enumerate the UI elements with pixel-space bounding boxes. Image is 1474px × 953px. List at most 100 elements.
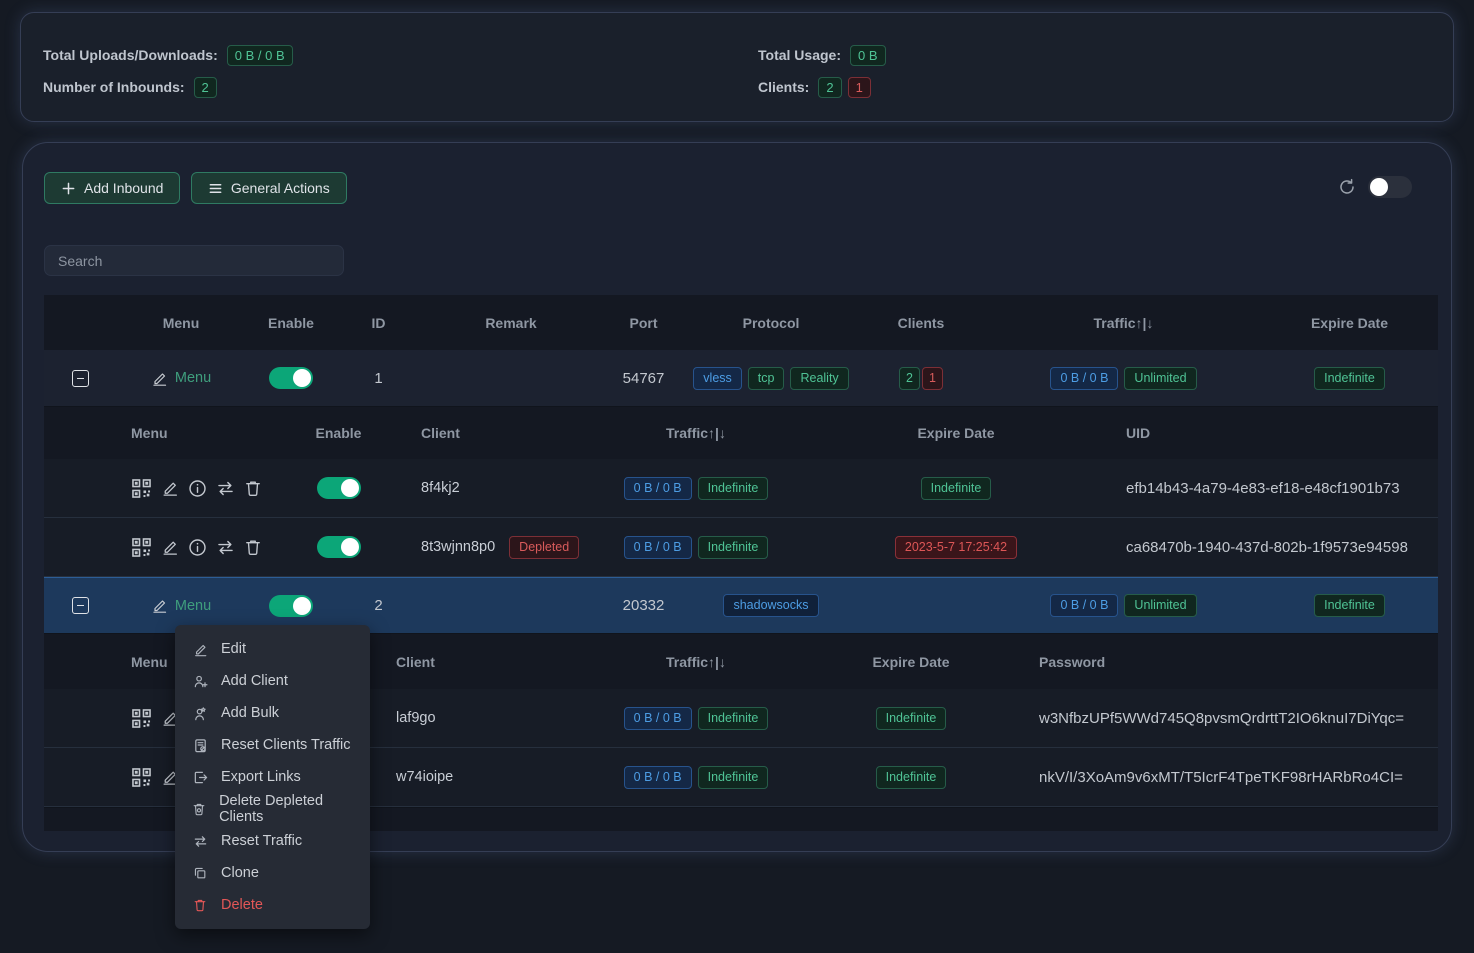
refresh-icon[interactable] [1338, 178, 1356, 196]
header-clients: Clients [856, 315, 986, 331]
client-traffic: 0 B / 0 B [624, 766, 692, 789]
header-expire-date: Expire Date [1261, 315, 1438, 331]
menu-item-delete-depleted-clients[interactable]: Delete Depleted Clients [175, 793, 370, 825]
inbound-1-id: 1 [336, 370, 421, 387]
stat-clients-label: Clients: [758, 79, 809, 95]
client-name: laf9go [376, 710, 561, 726]
stat-clients-depleted: 1 [848, 77, 871, 98]
qr-code-icon[interactable] [131, 767, 152, 788]
client-expire: 2023-5-7 17:25:42 [895, 536, 1017, 559]
inbound-1-menu-label: Menu [175, 370, 211, 386]
clipboard-reset-icon [192, 738, 208, 753]
edit-client-icon[interactable] [161, 479, 179, 497]
search-input[interactable] [44, 245, 344, 276]
menu-item-reset-clients-traffic[interactable]: Reset Clients Traffic [175, 729, 370, 761]
stat-total-usage-label: Total Usage: [758, 47, 841, 63]
clients-table-1-header: Menu Enable Client Traffic↑|↓ Expire Dat… [44, 407, 1438, 459]
protocol-tag: shadowsocks [723, 594, 818, 617]
collapse-row-button[interactable] [72, 370, 89, 387]
reset-traffic-icon[interactable] [216, 479, 235, 498]
client-uid: efb14b43-4a79-4e83-ef18-e48cf1901b73 [1081, 480, 1438, 497]
clients2-header-expire: Expire Date [831, 654, 991, 670]
header-traffic-sort[interactable]: Traffic↑|↓ [986, 315, 1261, 331]
clients2-header-client: Client [376, 654, 561, 670]
security-tag: Reality [790, 367, 848, 390]
inbounds-table-header: Menu Enable ID Remark Port Protocol Clie… [44, 295, 1438, 350]
stat-total-usage-value: 0 B [850, 45, 886, 66]
inbound-2-traffic: 0 B / 0 B [1050, 594, 1118, 617]
collapse-row-button[interactable] [72, 597, 89, 614]
menu-item-add-bulk[interactable]: Add Bulk [175, 697, 370, 729]
inbound-1-port: 54767 [601, 370, 686, 387]
client-expire: Indefinite [876, 766, 947, 789]
dark-mode-toggle[interactable] [1368, 176, 1412, 198]
info-icon[interactable] [188, 538, 207, 557]
inbound-1-traffic-limit: Unlimited [1124, 367, 1196, 390]
export-icon [192, 770, 208, 785]
client-password: nkV/I/3XoAm9v6xMT/T5IcrF4TpeTKF98rHARbRo… [991, 769, 1438, 786]
stat-uploads-downloads-value: 0 B / 0 B [227, 45, 293, 66]
inbound-2-menu-button[interactable]: Menu [151, 597, 211, 614]
general-actions-button[interactable]: General Actions [191, 172, 347, 204]
client-enable-toggle[interactable] [317, 477, 361, 499]
reset-traffic-icon[interactable] [216, 538, 235, 557]
menu-item-edit[interactable]: Edit [175, 633, 370, 665]
stats-card: Total Uploads/Downloads: 0 B / 0 B Numbe… [20, 12, 1454, 122]
client-traffic-limit: Indefinite [698, 477, 769, 500]
inbound-1-clients-active: 2 [899, 367, 920, 390]
users-add-icon [192, 706, 208, 721]
toggle-knob [1370, 178, 1388, 196]
client-password: w3NfbzUPf5WWd745Q8pvsmQrdrttT2IO6knuI7Di… [991, 710, 1438, 727]
qr-code-icon[interactable] [131, 708, 152, 729]
clients2-header-traffic-sort[interactable]: Traffic↑|↓ [561, 654, 831, 670]
clients1-header-traffic-sort[interactable]: Traffic↑|↓ [561, 425, 831, 441]
header-port: Port [601, 315, 686, 331]
clients1-header-enable: Enable [301, 425, 376, 441]
inbound-2-port: 20332 [601, 597, 686, 614]
stat-clients-active: 2 [818, 77, 841, 98]
client-traffic: 0 B / 0 B [624, 536, 692, 559]
plus-icon [61, 181, 76, 196]
client-name: 8t3wjnn8p0 [421, 539, 495, 555]
inbound-2-enable-toggle[interactable] [269, 595, 313, 617]
inbound-1-expire: Indefinite [1314, 367, 1385, 390]
header-remark: Remark [421, 315, 601, 331]
client-row: 8t3wjnn8p0 Depleted 0 B / 0 B Indefinite… [44, 518, 1438, 577]
delete-client-icon[interactable] [244, 479, 262, 497]
inbound-1-traffic: 0 B / 0 B [1050, 367, 1118, 390]
reset-traffic-icon [192, 834, 208, 849]
add-inbound-button[interactable]: Add Inbound [44, 172, 180, 204]
client-traffic: 0 B / 0 B [624, 707, 692, 730]
client-name: w74ioipe [376, 769, 561, 785]
stat-inbounds: Number of Inbounds: 2 [43, 75, 1431, 99]
clients1-header-expire: Expire Date [831, 425, 1081, 441]
client-uid: ca68470b-1940-437d-802b-1f9573e94598 [1081, 539, 1438, 556]
protocol-tag: vless [693, 367, 741, 390]
inbound-1-enable-toggle[interactable] [269, 367, 313, 389]
qr-code-icon[interactable] [131, 478, 152, 499]
header-menu: Menu [116, 315, 246, 331]
client-enable-toggle[interactable] [317, 536, 361, 558]
stat-clients: Clients: 2 1 [758, 75, 892, 99]
menu-item-clone[interactable]: Clone [175, 857, 370, 889]
stat-inbounds-value: 2 [194, 77, 217, 98]
menu-item-export-links[interactable]: Export Links [175, 761, 370, 793]
client-name: 8f4kj2 [376, 480, 561, 496]
delete-trash-icon [192, 898, 208, 912]
edit-client-icon[interactable] [161, 538, 179, 556]
inbound-2-menu-label: Menu [175, 598, 211, 614]
menu-item-reset-traffic[interactable]: Reset Traffic [175, 825, 370, 857]
edit-pencil-icon [192, 642, 208, 657]
inbound-1-menu-button[interactable]: Menu [151, 370, 211, 387]
inbound-row-1: Menu 1 54767 vless tcp Reality 2 1 0 B /… [44, 350, 1438, 407]
menu-item-delete[interactable]: Delete [175, 889, 370, 921]
user-add-icon [192, 674, 208, 689]
menu-item-add-client[interactable]: Add Client [175, 665, 370, 697]
add-inbound-label: Add Inbound [84, 180, 163, 196]
delete-client-icon[interactable] [244, 538, 262, 556]
header-id: ID [336, 315, 421, 331]
info-icon[interactable] [188, 479, 207, 498]
client-expire: Indefinite [921, 477, 992, 500]
qr-code-icon[interactable] [131, 537, 152, 558]
clients1-header-menu: Menu [116, 425, 301, 441]
